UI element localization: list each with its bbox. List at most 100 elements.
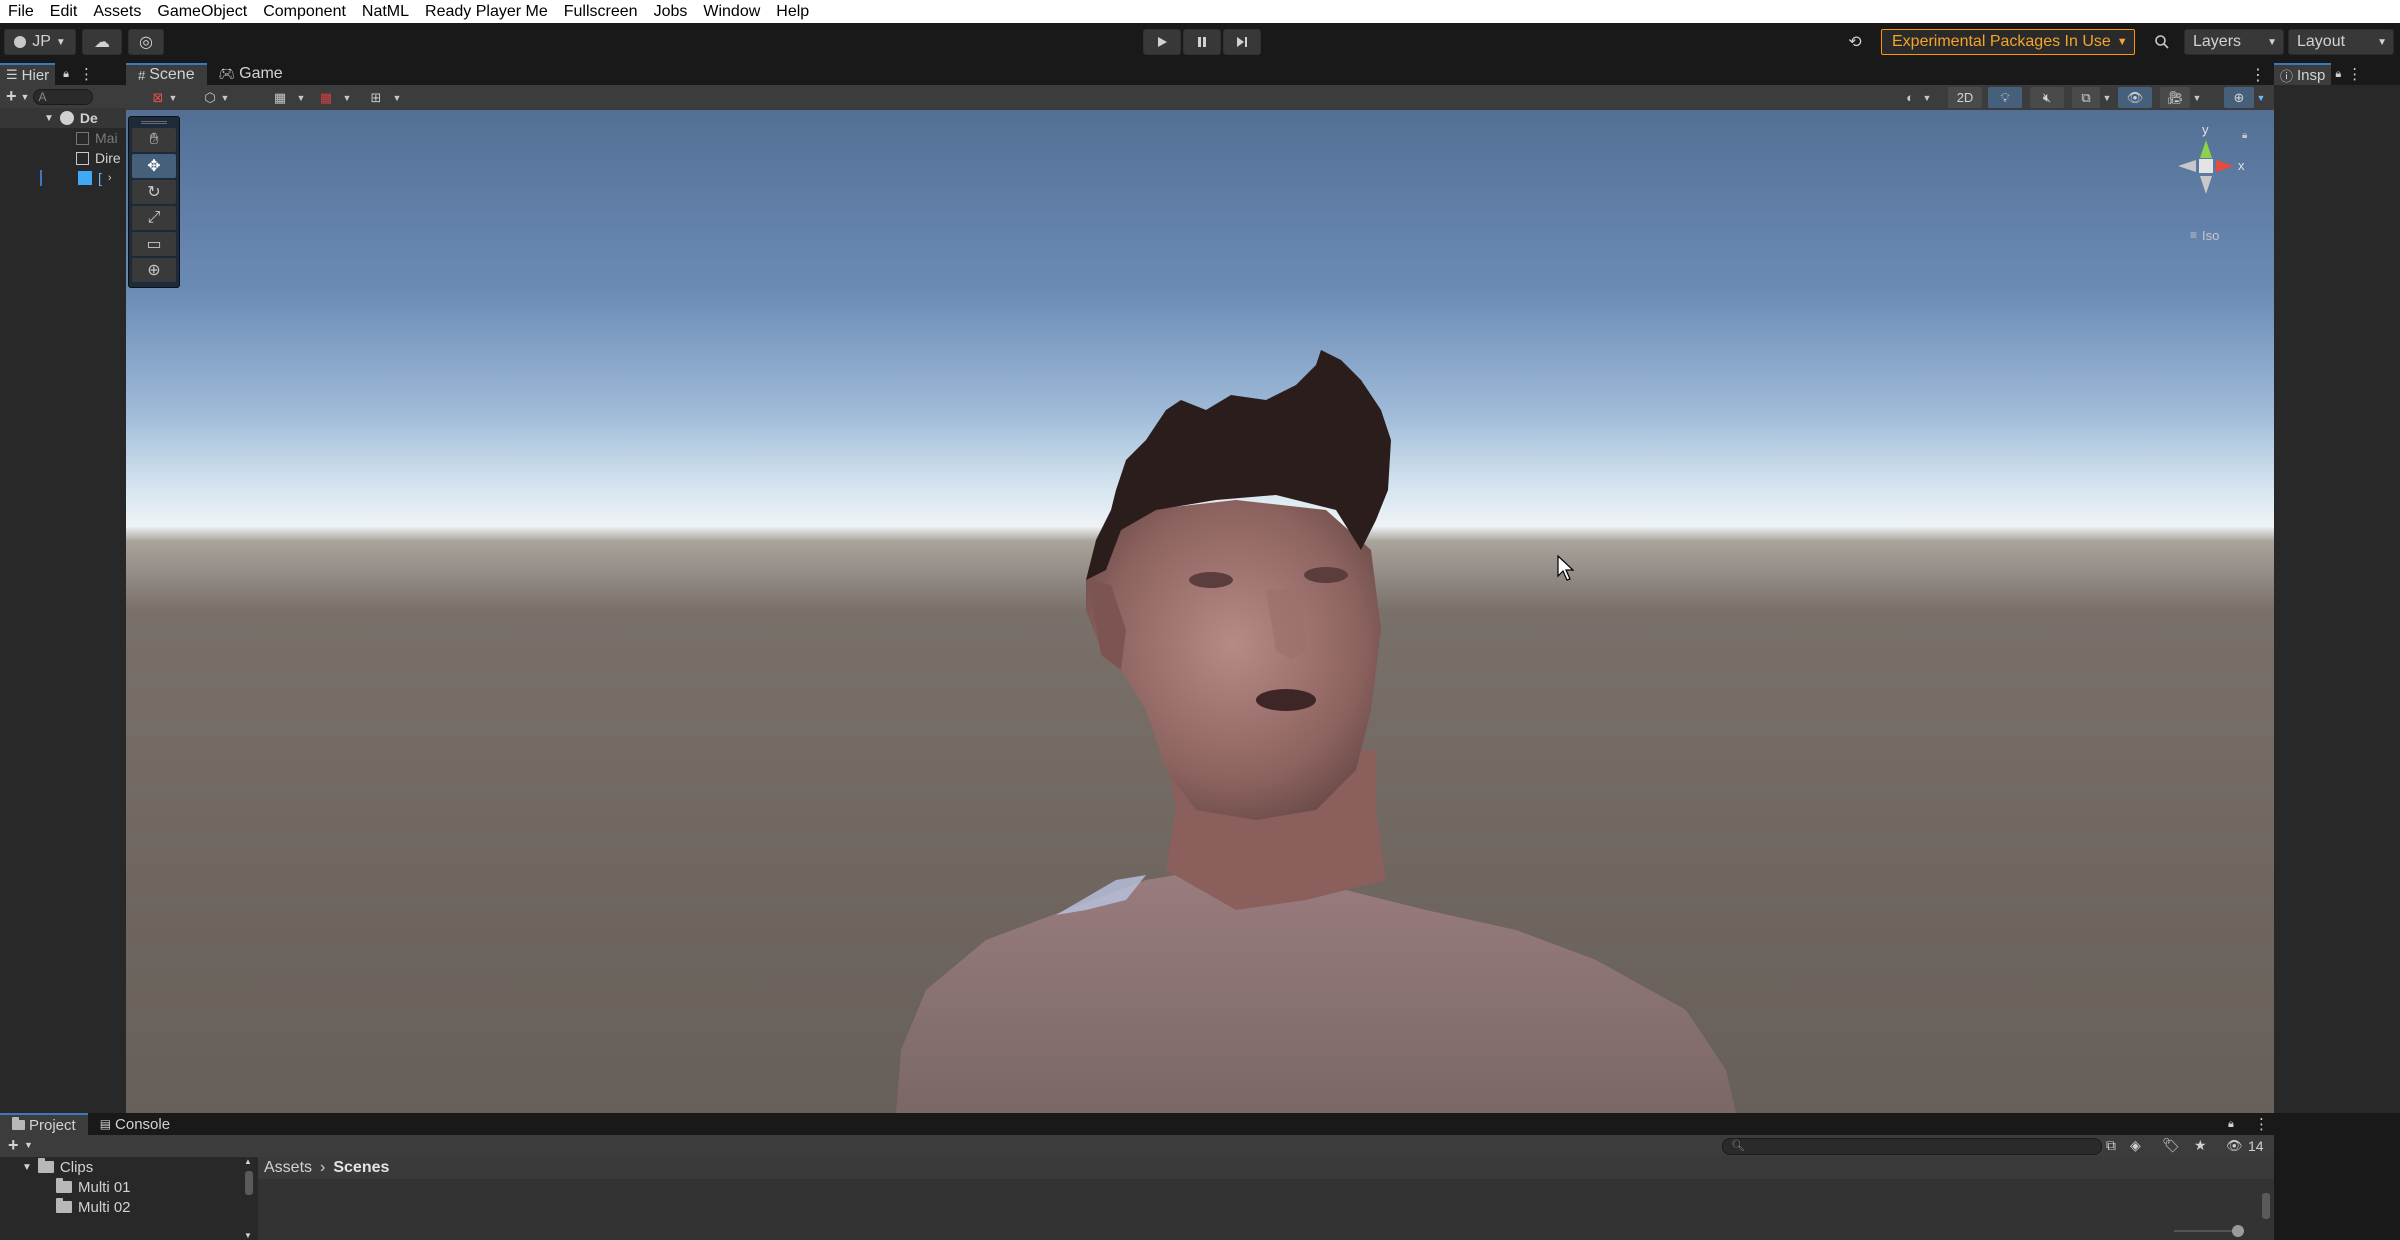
chevron-down-icon[interactable]: ▼ <box>2192 89 2202 106</box>
scrollbar-thumb[interactable] <box>2262 1193 2270 1219</box>
menu-item-fullscreen[interactable]: Fullscreen <box>556 0 646 23</box>
asset-zoom-slider[interactable] <box>2174 1225 2244 1237</box>
scale-tool-button[interactable]: ⤢ <box>132 206 176 230</box>
chevron-down-icon[interactable]: ▼ <box>342 89 352 106</box>
gizmos-toggle-button[interactable]: ⊕ <box>2224 87 2254 108</box>
more-options-icon[interactable]: ⋮ <box>2250 65 2266 85</box>
audio-toggle-button[interactable]: 🔇︎ <box>2030 87 2064 108</box>
history-button[interactable]: ⟲ <box>1838 29 1872 55</box>
tab-console[interactable]: ▤ Console <box>88 1113 182 1135</box>
more-options-icon[interactable]: ⋮ <box>2347 65 2362 83</box>
move-tool-button[interactable]: ✥ <box>132 154 176 178</box>
menu-item-edit[interactable]: Edit <box>42 0 86 23</box>
menu-item-component[interactable]: Component <box>255 0 354 23</box>
chevron-down-icon[interactable]: ▼ <box>24 1140 33 1150</box>
camera-settings-button[interactable]: 🎥︎ <box>2160 87 2190 108</box>
drag-handle[interactable] <box>141 121 167 124</box>
asset-scrollbar[interactable] <box>2262 1179 2272 1237</box>
menu-item-assets[interactable]: Assets <box>85 0 149 23</box>
search-button[interactable] <box>2146 29 2178 55</box>
lock-icon[interactable]: 🔒︎ <box>2335 68 2341 81</box>
hierarchy-list: ▼ De Mai Dire [ › <box>0 108 126 188</box>
menu-item-file[interactable]: File <box>0 0 42 23</box>
chevron-right-icon[interactable]: › <box>108 172 112 184</box>
chevron-down-icon[interactable]: ▼ <box>2102 89 2112 106</box>
menu-item-gameobject[interactable]: GameObject <box>149 0 255 23</box>
rotate-tool-button[interactable]: ↻ <box>132 180 176 204</box>
chevron-down-icon[interactable]: ▼ <box>1922 89 1932 106</box>
lock-icon[interactable]: 🔒︎ <box>63 68 69 81</box>
breadcrumb-assets[interactable]: Assets <box>264 1159 312 1177</box>
lock-icon[interactable]: 🔒︎ <box>2242 130 2247 141</box>
chevron-down-icon[interactable]: ▼ <box>220 89 230 106</box>
experimental-packages-button[interactable]: Experimental Packages In Use ▼ <box>1881 29 2135 55</box>
hierarchy-item[interactable]: [ › <box>0 168 126 188</box>
hierarchy-scene-row[interactable]: ▼ De <box>0 108 126 128</box>
draw-mode-icon[interactable]: ⬡ <box>200 89 220 106</box>
hand-tool-button[interactable]: ✋︎ <box>132 128 176 152</box>
menu-item-help[interactable]: Help <box>768 0 817 23</box>
folder-label: Multi 02 <box>78 1198 131 1216</box>
layers-dropdown[interactable]: Layers ▼ <box>2184 29 2284 55</box>
hierarchy-item[interactable]: Mai <box>0 128 126 148</box>
hierarchy-item[interactable]: Dire <box>0 148 126 168</box>
chevron-down-icon[interactable]: ▼ <box>168 89 178 106</box>
grid-visibility-icon[interactable]: ▦ <box>316 89 336 106</box>
tab-inspector[interactable]: ⓘ Insp <box>2274 63 2332 85</box>
folder-item[interactable]: Multi 02 <box>0 1197 258 1217</box>
tab-project[interactable]: Project <box>0 1113 88 1135</box>
gizmo-mode-icon[interactable]: ⊠ <box>148 89 168 106</box>
hidden-packages-icon[interactable]: 👁︎ <box>2226 1138 2243 1154</box>
hierarchy-search-input[interactable]: A <box>33 88 94 105</box>
folder-item[interactable]: ▼ Clips <box>0 1157 258 1177</box>
filter-type-icon[interactable]: ⧉ <box>2106 1137 2116 1154</box>
rect-tool-button[interactable]: ▭ <box>132 232 176 256</box>
increment-snap-icon[interactable]: ⊞ <box>366 89 386 106</box>
project-search-input[interactable]: 🔍︎ <box>1722 1138 2102 1155</box>
orientation-gizmo[interactable]: y x 🔒︎ ≡ Iso <box>2156 118 2256 248</box>
step-button[interactable] <box>1223 29 1261 55</box>
account-button[interactable]: JP ▼ <box>4 29 76 55</box>
chevron-down-icon[interactable]: ▼ <box>392 89 402 106</box>
toggle-2d-button[interactable]: 2D <box>1948 87 1982 108</box>
lighting-toggle-button[interactable]: 💡︎ <box>1988 87 2022 108</box>
effects-toggle-button[interactable]: ⧉ <box>2072 87 2100 108</box>
pause-button[interactable] <box>1183 29 1221 55</box>
scrollbar-thumb[interactable] <box>245 1171 253 1195</box>
layout-dropdown[interactable]: Layout ▼ <box>2288 29 2394 55</box>
tag-icon[interactable]: 🏷︎ <box>2162 1137 2180 1154</box>
transform-tool-button[interactable]: ⊕ <box>132 258 176 282</box>
menu-item-natml[interactable]: NatML <box>354 0 417 23</box>
search-icon <box>2155 35 2169 49</box>
more-options-icon[interactable]: ⋮ <box>79 65 94 83</box>
lock-icon[interactable]: 🔒︎ <box>2228 1118 2234 1131</box>
tab-project-label: Project <box>29 1116 76 1134</box>
tab-hierarchy[interactable]: ☰ Hier <box>0 63 56 85</box>
breadcrumb-scenes[interactable]: Scenes <box>333 1159 389 1177</box>
scene-visibility-button[interactable]: 👁︎ <box>2118 87 2152 108</box>
tab-game[interactable]: 🎮︎ Game <box>207 63 295 85</box>
chevron-down-icon[interactable]: ▼ <box>296 89 306 106</box>
projection-label[interactable]: Iso <box>2202 228 2219 243</box>
chevron-down-icon: ▼ <box>2377 36 2387 48</box>
chevron-down-icon[interactable]: ▼ <box>21 92 30 102</box>
collab-button[interactable]: ◎ <box>128 29 164 55</box>
folder-item[interactable]: Multi 01 <box>0 1177 258 1197</box>
tab-scene[interactable]: # Scene <box>126 63 207 85</box>
cloud-button[interactable]: ☁ <box>82 29 122 55</box>
shading-mode-icon[interactable]: ◐ <box>1900 89 1920 106</box>
menu-item-ready-player-me[interactable]: Ready Player Me <box>417 0 556 23</box>
add-icon[interactable]: + <box>6 86 17 107</box>
tree-scrollbar[interactable]: ▲ ▼ <box>244 1157 254 1240</box>
chevron-down-icon[interactable]: ▼ <box>2256 89 2266 106</box>
menu-item-window[interactable]: Window <box>695 0 768 23</box>
menu-item-jobs[interactable]: Jobs <box>646 0 696 23</box>
grid-snap-icon[interactable]: ▦ <box>270 89 290 106</box>
slider-thumb[interactable] <box>2232 1225 2244 1237</box>
favorite-star-icon[interactable]: ★ <box>2194 1137 2207 1154</box>
play-button[interactable] <box>1143 29 1181 55</box>
more-options-icon[interactable]: ⋮ <box>2254 1115 2269 1133</box>
filter-label-icon[interactable]: ◈ <box>2130 1137 2141 1154</box>
scene-viewport[interactable]: ✋︎ ✥ ↻ ⤢ ▭ ⊕ y x 🔒︎ ≡ Iso <box>126 110 2274 1113</box>
add-icon[interactable]: + <box>8 1135 19 1156</box>
